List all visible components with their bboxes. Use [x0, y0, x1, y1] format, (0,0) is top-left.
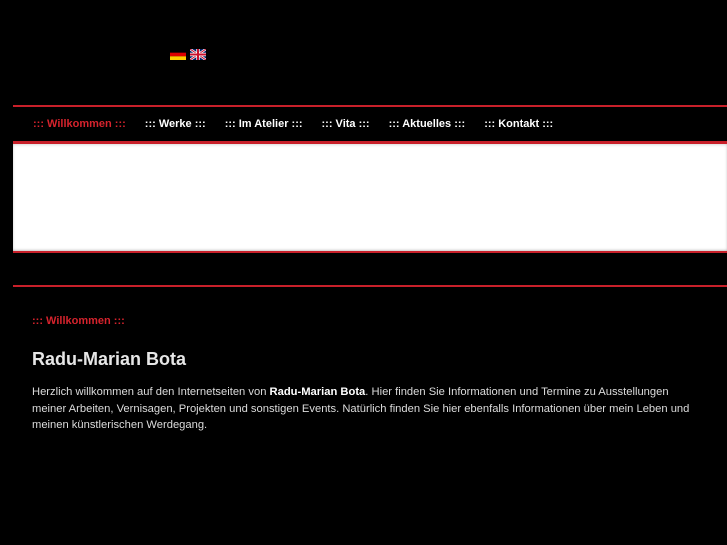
page-title: Radu-Marian Bota: [32, 349, 187, 369]
section-label: ::: Willkommen :::: [32, 315, 125, 327]
nav-item-willkommen[interactable]: ::: Willkommen :::: [33, 118, 126, 130]
nav-item-werke[interactable]: ::: Werke :::: [145, 118, 206, 130]
nav-top-divider: [13, 105, 727, 107]
german-flag-icon[interactable]: [170, 49, 186, 60]
language-switcher: [170, 49, 206, 60]
intro-artist-name: Radu-Marian Bota: [269, 386, 366, 398]
uk-flag-icon[interactable]: [190, 49, 206, 60]
intro-paragraph: Herzlich willkommen auf den Internetseit…: [32, 384, 702, 434]
nav-item-im-atelier[interactable]: ::: Im Atelier :::: [225, 118, 303, 130]
main-navigation: ::: Willkommen ::: ::: Werke ::: ::: Im …: [13, 108, 727, 140]
nav-item-vita[interactable]: ::: Vita :::: [322, 118, 370, 130]
main-content: ::: Willkommen ::: Radu-Marian Bota Herz…: [32, 315, 702, 434]
banner-bottom-divider: [13, 251, 727, 253]
banner-top-divider: [13, 141, 727, 144]
nav-item-kontakt[interactable]: ::: Kontakt :::: [484, 118, 553, 130]
header-banner: [13, 141, 727, 252]
intro-text-before: Herzlich willkommen auf den Internetseit…: [32, 386, 270, 398]
content-top-divider: [13, 285, 727, 287]
nav-item-aktuelles[interactable]: ::: Aktuelles :::: [389, 118, 466, 130]
